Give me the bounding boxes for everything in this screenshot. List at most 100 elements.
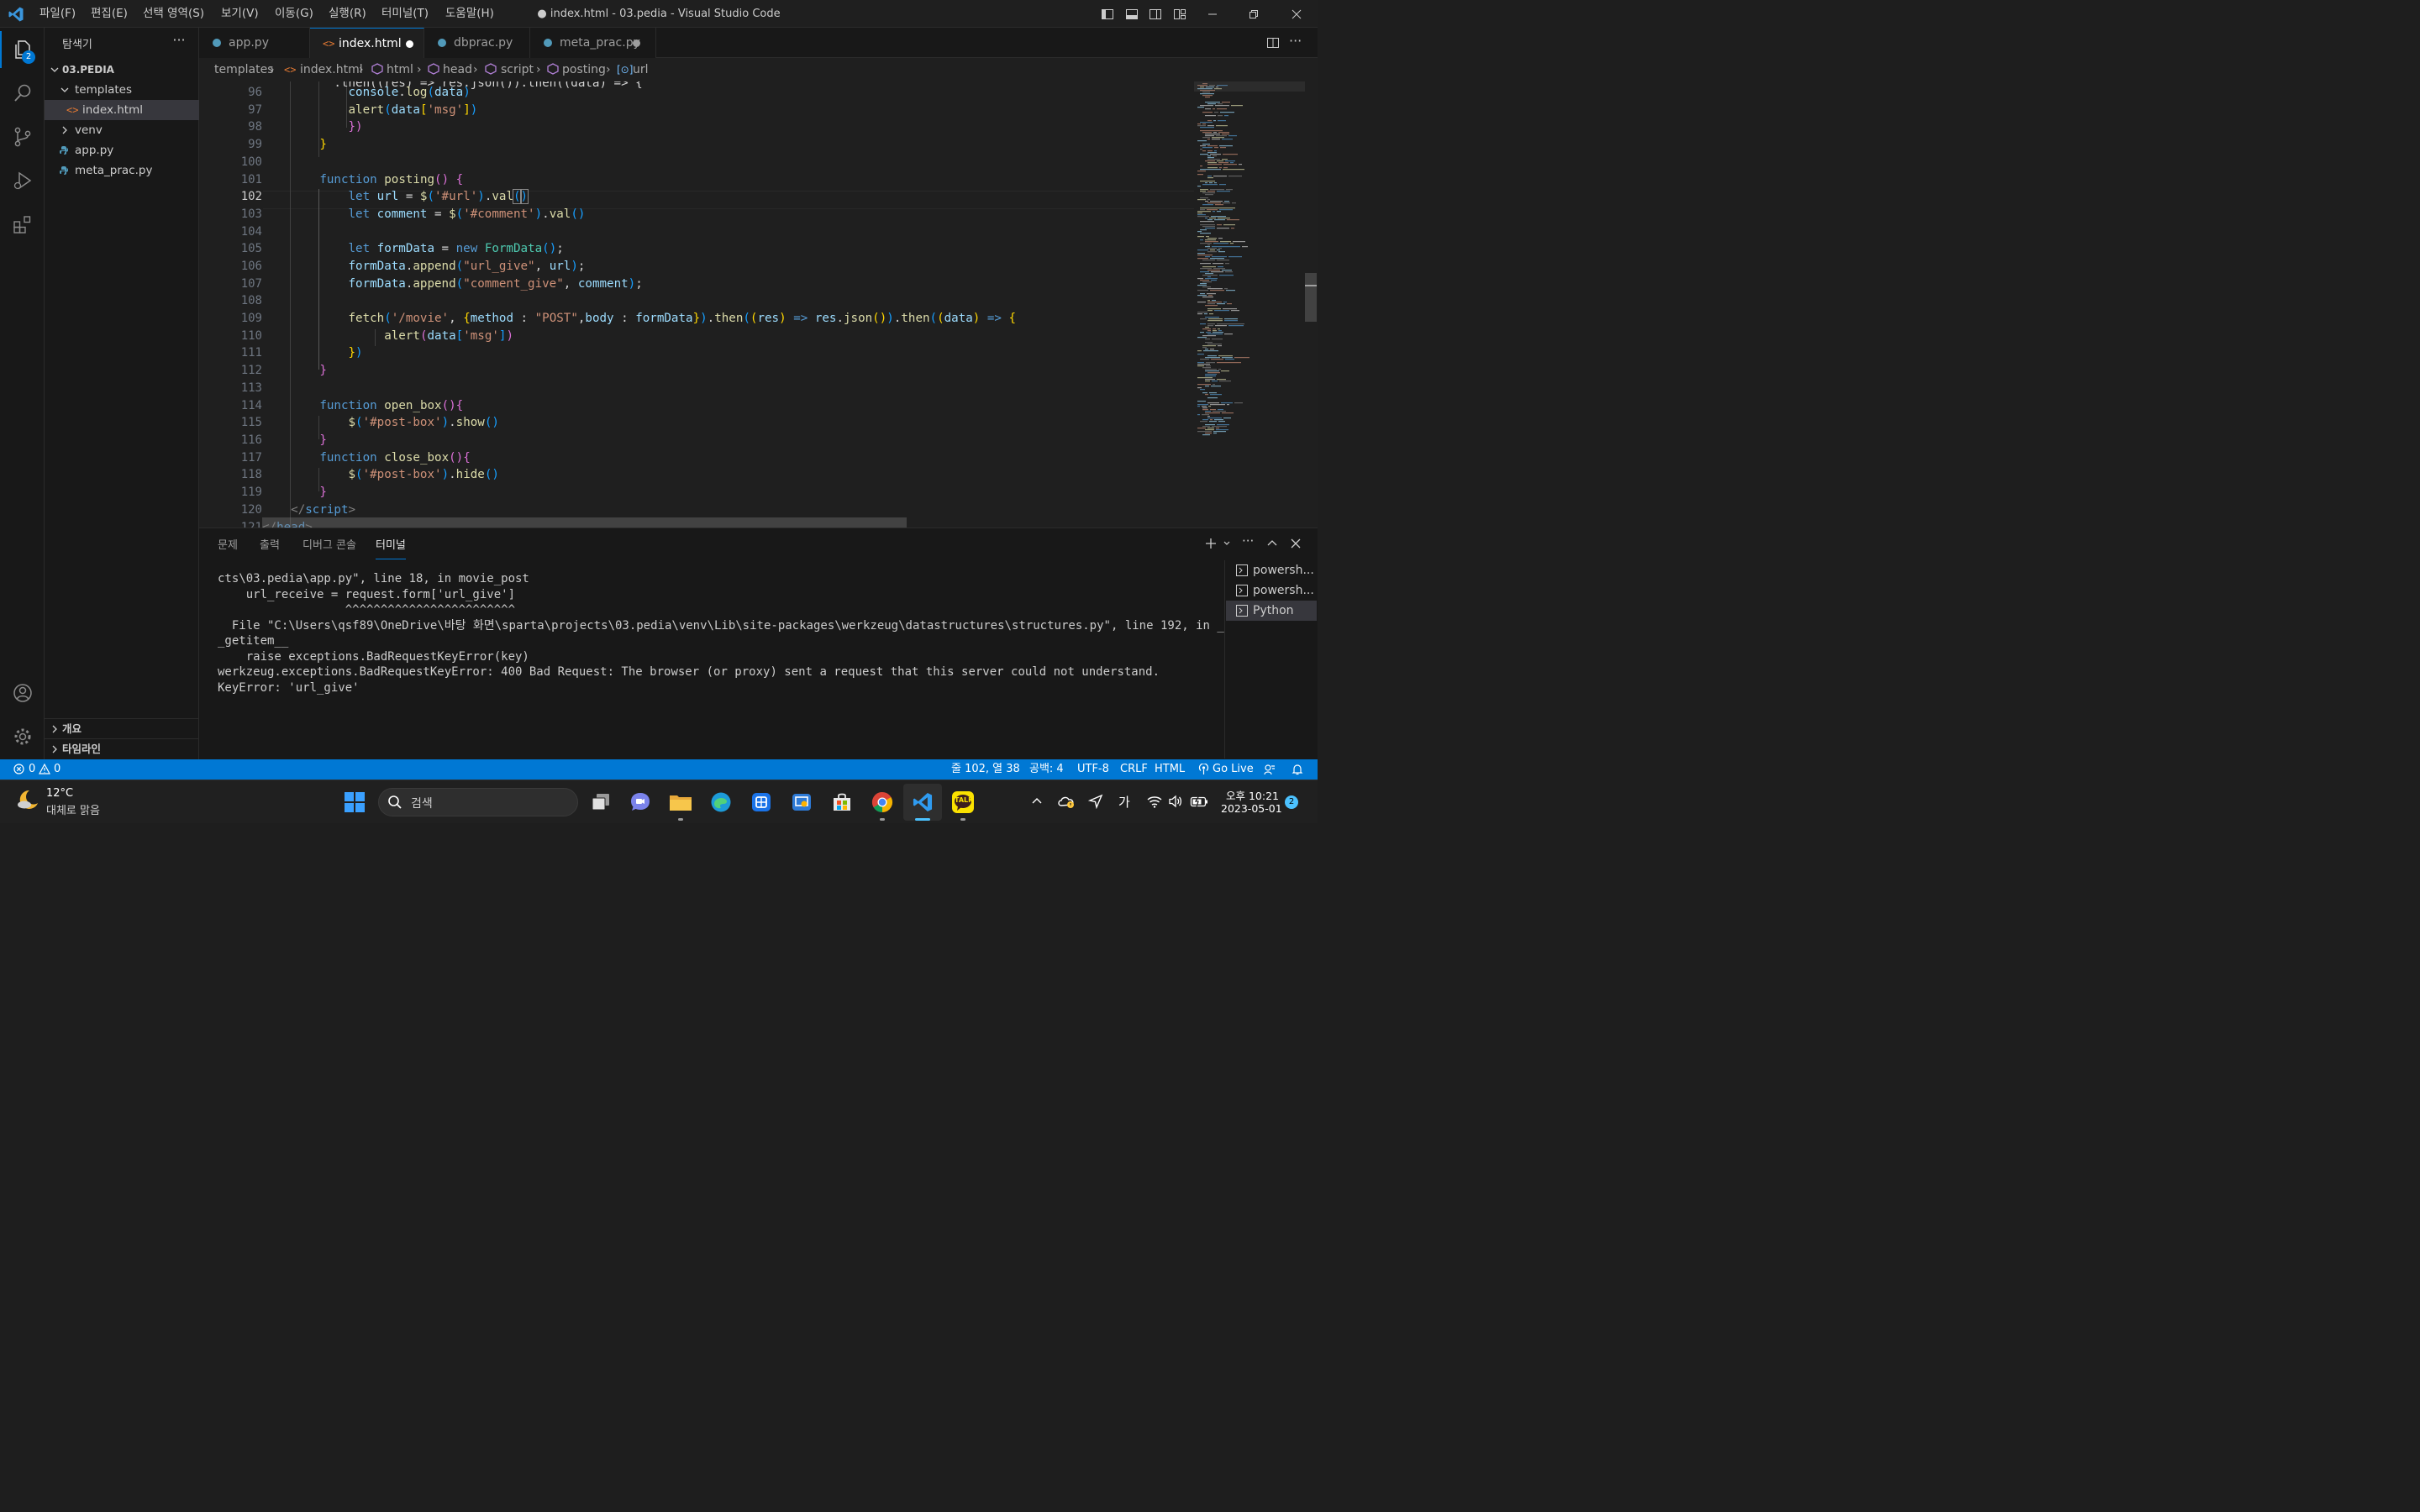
microsoft-store-icon[interactable] (827, 787, 857, 817)
chrome-browser-icon[interactable] (867, 787, 897, 817)
breadcrumb-index-html[interactable]: index.html (300, 58, 363, 81)
tab-index-html[interactable]: <> index.html (310, 28, 424, 58)
outline-section[interactable]: 개요 (45, 719, 199, 739)
timeline-section[interactable]: 타임라인 (45, 739, 199, 759)
terminal-list-item[interactable]: Python (1226, 601, 1317, 621)
unsaved-dot-icon[interactable] (633, 39, 640, 47)
panel-more-icon[interactable]: ··· (1242, 533, 1254, 549)
more-actions-icon[interactable]: ··· (171, 34, 187, 51)
clock-time[interactable]: 오후 10:21 (1226, 787, 1279, 803)
weather-moon-icon[interactable] (15, 787, 40, 812)
store-app-icon[interactable] (746, 787, 776, 817)
file-explorer-icon[interactable] (666, 787, 696, 817)
source-control-icon[interactable] (0, 117, 45, 157)
windows-start-icon[interactable] (339, 787, 370, 817)
line-ending[interactable]: CRLF (1120, 759, 1148, 780)
close-button[interactable] (1277, 0, 1316, 28)
wifi-icon[interactable] (1147, 795, 1162, 808)
horizontal-scrollbar[interactable] (262, 517, 907, 528)
vertical-scrollbar[interactable] (1305, 273, 1317, 322)
teams-chat-icon[interactable] (625, 787, 655, 817)
task-view-icon[interactable] (586, 787, 616, 817)
tree-item-app-py[interactable]: app.py (45, 140, 199, 160)
breadcrumb-url[interactable]: url (633, 58, 649, 81)
weather-temp[interactable]: 12°C (46, 787, 73, 800)
taskbar-search-box[interactable]: 검색 (378, 788, 578, 816)
tab-terminal[interactable]: 터미널 (376, 537, 406, 559)
toggle-primary-sidebar-icon[interactable] (1101, 8, 1114, 21)
breadcrumb-posting[interactable]: posting (562, 58, 606, 81)
run-debug-icon[interactable] (0, 160, 45, 201)
tree-item-meta-prac-py[interactable]: meta_prac.py (45, 160, 199, 181)
menu-selection[interactable]: 선택 영역(S) (143, 0, 204, 28)
breadcrumb-html[interactable]: html (387, 58, 413, 81)
menu-run[interactable]: 실행(R) (329, 0, 366, 28)
toggle-panel-icon[interactable] (1125, 8, 1139, 21)
terminal-dropdown-chevron-icon[interactable] (1223, 539, 1231, 548)
explorer-icon[interactable] (0, 29, 45, 70)
menu-go[interactable]: 이동(G) (275, 0, 313, 28)
tab-dbprac-py[interactable]: dbprac.py (424, 28, 530, 58)
language-mode[interactable]: HTML (1155, 759, 1185, 780)
onedrive-warning-icon[interactable] (1057, 794, 1076, 809)
go-live-button[interactable]: Go Live (1198, 759, 1254, 780)
customize-layout-icon[interactable] (1173, 8, 1186, 21)
search-icon[interactable] (0, 73, 45, 113)
tree-item-venv[interactable]: venv (45, 120, 199, 140)
menu-terminal[interactable]: 터미널(T) (381, 0, 429, 28)
minimap-slider[interactable] (1194, 81, 1305, 92)
notifications-bell-icon[interactable] (1292, 764, 1303, 775)
weather-desc[interactable]: 대체로 맑음 (46, 801, 100, 817)
tree-item-index-html[interactable]: <> index.html (45, 100, 199, 120)
minimap-line (1207, 199, 1210, 201)
menu-edit[interactable]: 편집(E) (91, 0, 128, 28)
new-terminal-plus-icon[interactable] (1205, 538, 1217, 549)
minimap-line (1225, 160, 1235, 162)
clock-date[interactable]: 2023-05-01 (1221, 802, 1282, 815)
battery-charging-icon[interactable] (1190, 795, 1208, 808)
notification-count-badge[interactable]: 2 (1285, 795, 1298, 809)
menu-help[interactable]: 도움말(H) (445, 0, 494, 28)
menu-view[interactable]: 보기(V) (221, 0, 259, 28)
restore-button[interactable] (1234, 0, 1273, 28)
vscode-taskbar-icon[interactable] (908, 787, 938, 817)
breadcrumb-head[interactable]: head (443, 58, 472, 81)
indentation[interactable]: 공백: 4 (1029, 759, 1064, 780)
extensions-icon[interactable] (0, 204, 45, 244)
breadcrumb-script[interactable]: script (501, 58, 534, 81)
tree-item-templates[interactable]: templates (45, 80, 199, 100)
send-location-icon[interactable] (1088, 794, 1103, 809)
edge-browser-icon[interactable] (706, 787, 736, 817)
show-hidden-icons-chevron-icon[interactable] (1031, 795, 1043, 806)
encoding[interactable]: UTF-8 (1077, 759, 1109, 780)
feedback-icon[interactable] (1264, 764, 1276, 775)
accounts-icon[interactable] (0, 673, 45, 713)
terminal-list-item[interactable]: powersh... (1226, 560, 1317, 580)
breadcrumb-templates[interactable]: templates (214, 58, 274, 81)
ime-indicator[interactable]: 가 (1118, 793, 1130, 811)
tab-meta-prac-py[interactable]: meta_prac.py (530, 28, 656, 58)
tab-debug-console[interactable]: 디버그 콘솔 (302, 537, 356, 559)
cursor-position[interactable]: 줄 102, 열 38 (951, 759, 1020, 780)
minimap-line (1208, 295, 1213, 297)
terminal-list-item[interactable]: powersh... (1226, 580, 1317, 601)
tab-app-py[interactable]: app.py (199, 28, 310, 58)
settings-gear-icon[interactable] (0, 717, 45, 757)
folder-root[interactable]: 03.PEDIA (45, 60, 199, 80)
close-panel-icon[interactable] (1291, 538, 1301, 549)
minimap-line (1211, 271, 1223, 273)
remote-app-icon[interactable] (786, 787, 817, 817)
menu-file[interactable]: 파일(F) (39, 0, 76, 28)
toggle-secondary-sidebar-icon[interactable] (1149, 8, 1162, 21)
minimap-line (1205, 374, 1217, 375)
split-editor-icon[interactable] (1266, 36, 1280, 50)
maximize-panel-icon[interactable] (1267, 538, 1277, 549)
unsaved-dot-icon[interactable] (406, 40, 413, 48)
code-editor[interactable]: .then((res) => res.json()).then((data) =… (199, 81, 1318, 528)
tab-problems[interactable]: 문제 (218, 537, 238, 559)
volume-icon[interactable] (1168, 795, 1183, 808)
minimize-button[interactable] (1193, 0, 1232, 28)
editor-more-actions-icon[interactable]: ··· (1289, 33, 1302, 49)
minimap[interactable] (1194, 81, 1307, 528)
tab-output[interactable]: 출력 (260, 537, 280, 559)
